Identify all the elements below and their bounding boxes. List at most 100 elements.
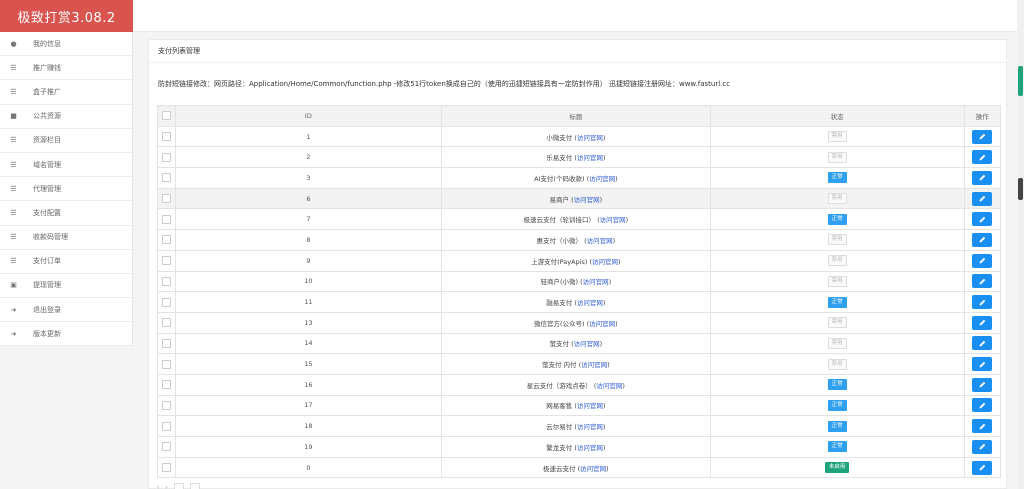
sidebar-item[interactable]: ☰ 支付订单 <box>0 250 132 274</box>
status-badge[interactable]: 正常 <box>827 441 847 453</box>
status-badge[interactable]: 正常 <box>827 399 847 411</box>
visit-site-link[interactable]: 访问官网 <box>587 237 613 245</box>
table-row[interactable]: 14 萤支付 (访问官网) 禁用 <box>157 332 1002 355</box>
table-row[interactable]: 1 小微支付 (访问官网) 禁用 <box>157 125 1002 148</box>
status-badge[interactable]: 未启用 <box>824 462 850 474</box>
edit-button[interactable] <box>972 419 993 434</box>
sidebar-item[interactable]: ☰ 域名管理 <box>0 153 132 178</box>
row-checkbox[interactable] <box>161 421 171 431</box>
select-all-checkbox[interactable] <box>161 111 171 121</box>
row-checkbox[interactable] <box>161 256 171 266</box>
edit-button[interactable] <box>972 315 993 330</box>
status-badge[interactable]: 正常 <box>827 172 847 184</box>
table-row[interactable]: 11 融易支付 (访问官网) 正常 <box>157 291 1002 313</box>
row-checkbox[interactable] <box>161 380 171 390</box>
edit-button[interactable] <box>972 191 993 206</box>
sidebar-item[interactable]: ☰ 支付配置 <box>0 201 132 226</box>
status-badge[interactable]: 禁用 <box>827 151 847 163</box>
row-checkbox[interactable] <box>161 214 171 224</box>
row-checkbox[interactable] <box>161 400 171 410</box>
table-row[interactable]: 18 云尔易付 (访问官网) 正常 <box>157 415 1002 437</box>
col-title-header[interactable]: 标题 <box>441 105 711 127</box>
edit-button[interactable] <box>972 336 993 351</box>
visit-site-link[interactable]: 访问官网 <box>581 361 607 369</box>
sidebar-item[interactable]: ➜ 版本更新 <box>0 322 132 347</box>
status-badge[interactable]: 正常 <box>827 213 847 225</box>
sidebar-item[interactable]: ☰ 资源栏目 <box>0 129 132 153</box>
row-checkbox[interactable] <box>161 235 171 245</box>
edit-button[interactable] <box>972 398 993 413</box>
col-state-header[interactable]: 状态 <box>709 105 965 127</box>
sidebar-item[interactable]: ➜ 退出登录 <box>0 298 132 323</box>
table-row[interactable]: 0 极速云支付 (访问官网) 未启用 <box>157 456 1002 479</box>
table-row[interactable]: 7 极速云支付（轮训接口） (访问官网) 正常 <box>157 208 1002 231</box>
table-row[interactable]: 16 星云支付（游戏点卷） (访问官网) 正常 <box>157 373 1002 396</box>
edit-button[interactable] <box>972 253 993 268</box>
visit-site-link[interactable]: 访问官网 <box>596 382 622 390</box>
edit-button[interactable] <box>972 129 993 144</box>
scrollbar-thumb[interactable] <box>1018 178 1023 200</box>
row-checkbox[interactable] <box>161 297 171 307</box>
status-badge[interactable]: 禁用 <box>827 193 847 205</box>
page-scrollbar[interactable] <box>1017 0 1024 489</box>
app-logo[interactable]: 极致打赏3.08.2 <box>0 0 133 32</box>
table-row[interactable]: 10 轻商户(小微) (访问官网) 禁用 <box>157 270 1002 293</box>
visit-site-link[interactable]: 访问官网 <box>583 278 609 286</box>
row-checkbox[interactable] <box>161 442 171 452</box>
edit-button[interactable] <box>972 460 993 475</box>
edit-button[interactable] <box>972 357 993 372</box>
table-row[interactable]: 17 网易客售 (访问官网) 正常 <box>157 394 1002 417</box>
sidebar-item[interactable]: ☰ 代理管理 <box>0 177 132 202</box>
page-box[interactable] <box>173 482 184 489</box>
table-row[interactable]: 8 惠支付（小微） (访问官网) 禁用 <box>157 229 1002 251</box>
status-badge[interactable]: 禁用 <box>827 131 847 143</box>
status-badge[interactable]: 正常 <box>827 379 847 391</box>
edit-button[interactable] <box>972 170 993 185</box>
visit-site-link[interactable]: 访问官网 <box>574 196 600 204</box>
status-badge[interactable]: 正常 <box>827 296 847 308</box>
sidebar-item[interactable]: ▣ 提现管理 <box>0 274 132 299</box>
visit-site-link[interactable]: 访问官网 <box>592 258 618 266</box>
row-checkbox[interactable] <box>161 359 171 369</box>
table-row[interactable]: 3 AI支付(个码收款) (访问官网) 正常 <box>157 167 1002 189</box>
status-badge[interactable]: 禁用 <box>827 317 847 329</box>
visit-site-link[interactable]: 访问官网 <box>600 216 626 224</box>
visit-site-link[interactable]: 访问官网 <box>589 320 615 328</box>
row-checkbox[interactable] <box>161 338 171 348</box>
edit-button[interactable] <box>972 232 993 247</box>
page-size-select[interactable] <box>189 482 200 489</box>
table-row[interactable]: 9 上游支付(PayApis) (访问官网) 禁用 <box>157 249 1002 272</box>
table-row[interactable]: 15 萤支付 内付 (访问官网) 禁用 <box>157 353 1002 375</box>
status-badge[interactable]: 正常 <box>827 420 847 432</box>
row-checkbox[interactable] <box>161 318 171 328</box>
col-id-header[interactable]: ID <box>174 105 443 127</box>
sidebar-item[interactable]: ☰ 收款码管理 <box>0 226 132 250</box>
row-checkbox[interactable] <box>161 152 171 162</box>
status-badge[interactable]: 禁用 <box>827 234 847 246</box>
status-badge[interactable]: 禁用 <box>827 255 847 267</box>
visit-site-link[interactable]: 访问官网 <box>577 423 603 431</box>
table-row[interactable]: 2 乐易支付 (访问官网) 禁用 <box>157 146 1002 169</box>
edit-button[interactable] <box>972 295 993 310</box>
visit-site-link[interactable]: 访问官网 <box>577 154 603 162</box>
edit-button[interactable] <box>972 274 993 289</box>
row-checkbox[interactable] <box>161 173 171 183</box>
next-page-icon[interactable]: › <box>165 484 167 489</box>
sidebar-item[interactable]: ☰ 推广赚钱 <box>0 56 132 81</box>
table-row[interactable]: 6 易商户 (访问官网) 禁用 <box>157 187 1002 210</box>
prev-page-icon[interactable]: ‹ <box>157 484 159 489</box>
table-row[interactable]: 19 繁龙支付 (访问官网) 正常 <box>157 436 1002 458</box>
visit-site-link[interactable]: 访问官网 <box>577 134 603 142</box>
visit-site-link[interactable]: 访问官网 <box>577 444 603 452</box>
visit-site-link[interactable]: 访问官网 <box>577 299 603 307</box>
row-checkbox[interactable] <box>161 276 171 286</box>
visit-site-link[interactable]: 访问官网 <box>589 175 615 183</box>
sidebar-item[interactable]: ● 我的信息 <box>0 32 132 57</box>
sidebar-item[interactable]: ■ 公共资源 <box>0 105 132 129</box>
status-badge[interactable]: 禁用 <box>827 358 847 370</box>
edit-button[interactable] <box>972 150 993 165</box>
status-badge[interactable]: 禁用 <box>827 275 847 287</box>
sidebar-item[interactable]: ☰ 盒子推广 <box>0 80 132 105</box>
edit-button[interactable] <box>972 212 993 227</box>
row-checkbox[interactable] <box>161 463 171 473</box>
